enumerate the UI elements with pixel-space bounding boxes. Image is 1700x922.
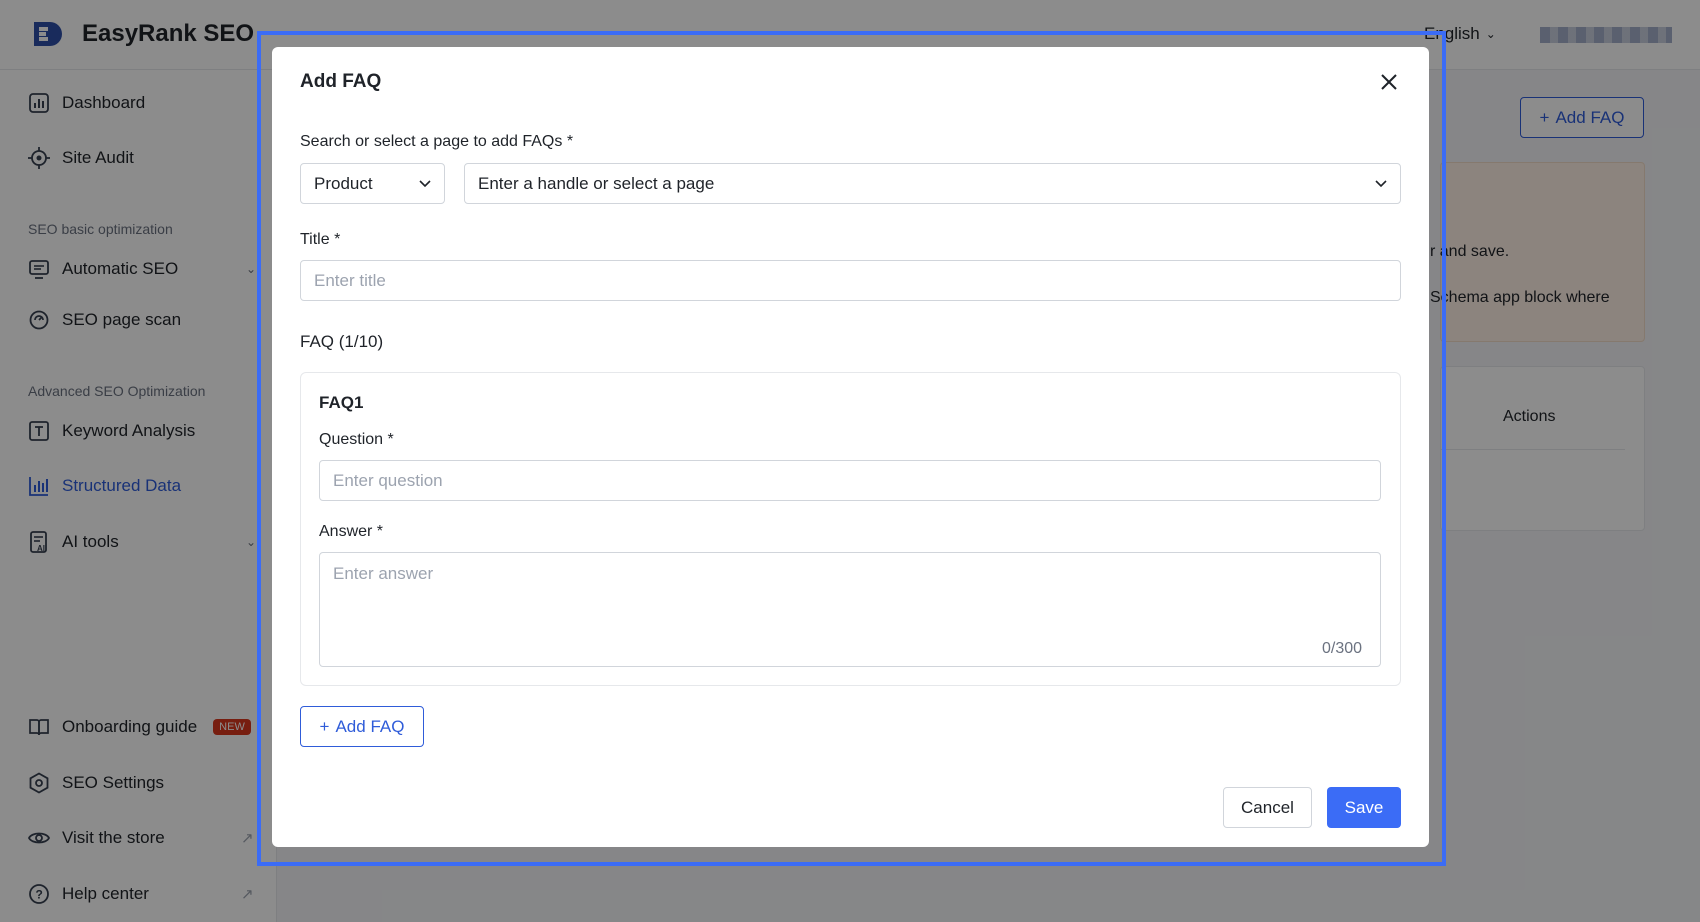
question-label: Question * (319, 431, 394, 448)
answer-char-counter: 0/300 (1322, 640, 1363, 657)
question-placeholder: Enter question (333, 470, 443, 490)
title-label: Title * (300, 231, 341, 248)
save-button[interactable]: Save (1327, 787, 1401, 828)
page-search-placeholder: Enter a handle or select a page (478, 173, 715, 193)
page-search-select[interactable]: Enter a handle or select a page (464, 163, 1401, 204)
faq-count-label: FAQ (1/10) (300, 332, 384, 351)
cancel-button[interactable]: Cancel (1223, 787, 1312, 828)
title-placeholder: Enter title (314, 270, 386, 290)
answer-label: Answer * (319, 523, 384, 540)
chevron-down-icon (419, 179, 431, 188)
title-input[interactable]: Enter title (300, 260, 1401, 301)
page-type-select[interactable]: Product (300, 163, 445, 204)
answer-placeholder: Enter answer (333, 564, 434, 583)
close-button[interactable] (1374, 67, 1404, 97)
page-type-value: Product (314, 173, 373, 193)
plus-icon: + (319, 716, 330, 736)
answer-textarea[interactable]: Enter answer (319, 552, 1381, 667)
add-faq-dialog: Add FAQ Search or select a page to add F… (272, 47, 1429, 847)
close-icon (1381, 74, 1397, 90)
page-select-label: Search or select a page to add FAQs * (300, 133, 574, 150)
faq-item-heading: FAQ1 (319, 393, 364, 412)
add-faq-item-button[interactable]: + Add FAQ (300, 706, 424, 747)
chevron-down-icon (1375, 179, 1387, 188)
question-input[interactable]: Enter question (319, 460, 1381, 501)
dialog-title: Add FAQ (300, 71, 382, 92)
